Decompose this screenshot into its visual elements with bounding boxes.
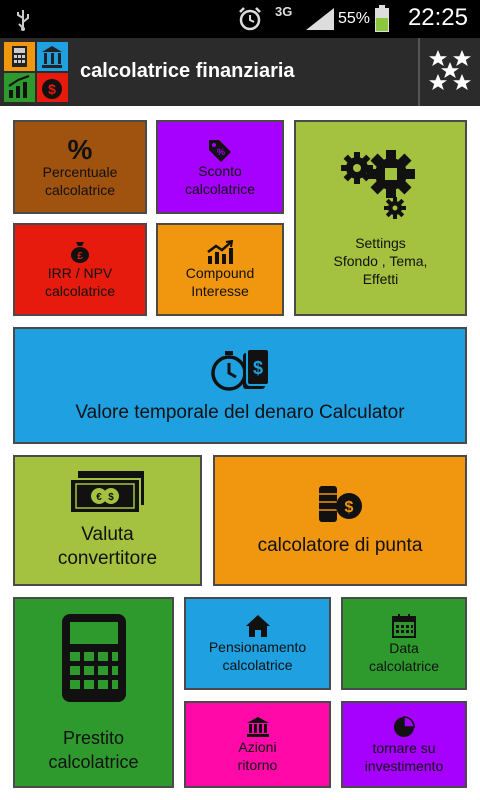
- prestito-label: Prestito calcolatrice: [48, 727, 139, 772]
- usb-icon: [17, 10, 29, 31]
- compound-tile[interactable]: Compound Interesse: [156, 223, 284, 316]
- pensionamento-tile[interactable]: Pensionamento calcolatrice: [184, 597, 331, 690]
- azioni-label: Azioni ritorno: [237, 738, 278, 773]
- prestito-tile[interactable]: Prestito calcolatrice: [13, 597, 174, 788]
- battery-percent: 55%: [338, 10, 371, 27]
- investimento-tile[interactable]: tornare su investimento: [341, 701, 467, 788]
- growth-chart-icon: [207, 239, 234, 264]
- battery-icon: [375, 5, 389, 32]
- investimento-label: tornare su investimento: [364, 739, 444, 774]
- calendar-icon: [392, 613, 416, 638]
- house-icon: [245, 614, 270, 637]
- svg-text:$: $: [108, 492, 114, 503]
- tvm-label: Valore temporale del denaro Calculator: [75, 401, 405, 423]
- compound-label: Compound Interesse: [185, 264, 255, 299]
- settings-label: Settings Sfondo , Tema, Effetti: [333, 235, 428, 287]
- app-logo-icon[interactable]: $: [4, 42, 68, 102]
- irr-npv-tile[interactable]: £ IRR / NPV calcolatrice: [13, 223, 147, 316]
- app-bar: $ calcolatrice finanziaria: [0, 38, 480, 106]
- bank-icon: [246, 716, 269, 737]
- valuta-tile[interactable]: € $ Valuta convertitore: [13, 455, 202, 586]
- time-money-icon: $: [211, 347, 270, 391]
- alarm-icon: [239, 7, 261, 31]
- irr-npv-label: IRR / NPV calcolatrice: [44, 264, 116, 299]
- data-tile[interactable]: Data calcolatrice: [341, 597, 467, 690]
- banknotes-icon: € $: [68, 470, 144, 514]
- svg-text:£: £: [77, 251, 83, 262]
- discount-tag-icon: %: [209, 140, 231, 162]
- signal-icon: [306, 8, 334, 30]
- data-label: Data calcolatrice: [368, 639, 440, 674]
- rate-stars-icon[interactable]: [426, 48, 474, 96]
- percentuale-tile[interactable]: % Percentuale calcolatrice: [13, 120, 147, 214]
- pie-chart-icon: [394, 715, 415, 737]
- svg-text:€: €: [96, 492, 102, 503]
- punta-tile[interactable]: $ calcolatore di punta: [213, 455, 467, 586]
- status-bar: 3G 55% 22:25: [0, 0, 480, 38]
- settings-tile[interactable]: Settings Sfondo , Tema, Effetti: [294, 120, 467, 316]
- network-type-label: 3G: [275, 4, 293, 19]
- percentuale-label: Percentuale calcolatrice: [42, 164, 118, 198]
- gears-icon: [340, 150, 415, 219]
- tvm-tile[interactable]: $ Valore temporale del denaro Calculator: [13, 327, 467, 444]
- svg-text:%: %: [217, 147, 225, 157]
- coins-icon: $: [319, 485, 362, 522]
- sconto-tile[interactable]: % Sconto calcolatrice: [156, 120, 284, 214]
- percent-icon: %: [68, 135, 93, 163]
- app-title: calcolatrice finanziaria: [80, 60, 295, 82]
- appbar-divider: [418, 38, 420, 106]
- valuta-label: Valuta convertitore: [57, 523, 158, 569]
- clock: 22:25: [407, 4, 468, 31]
- pensionamento-label: Pensionamento calcolatrice: [208, 638, 307, 673]
- azioni-tile[interactable]: Azioni ritorno: [184, 701, 331, 788]
- calculator-icon: [61, 613, 126, 702]
- money-bag-icon: £: [71, 241, 89, 263]
- punta-label: calcolatore di punta: [257, 534, 423, 556]
- svg-text:$: $: [253, 358, 263, 378]
- svg-text:$: $: [48, 81, 56, 97]
- svg-text:$: $: [345, 499, 354, 516]
- svg-text:%: %: [68, 135, 93, 163]
- sconto-label: Sconto calcolatrice: [184, 163, 256, 197]
